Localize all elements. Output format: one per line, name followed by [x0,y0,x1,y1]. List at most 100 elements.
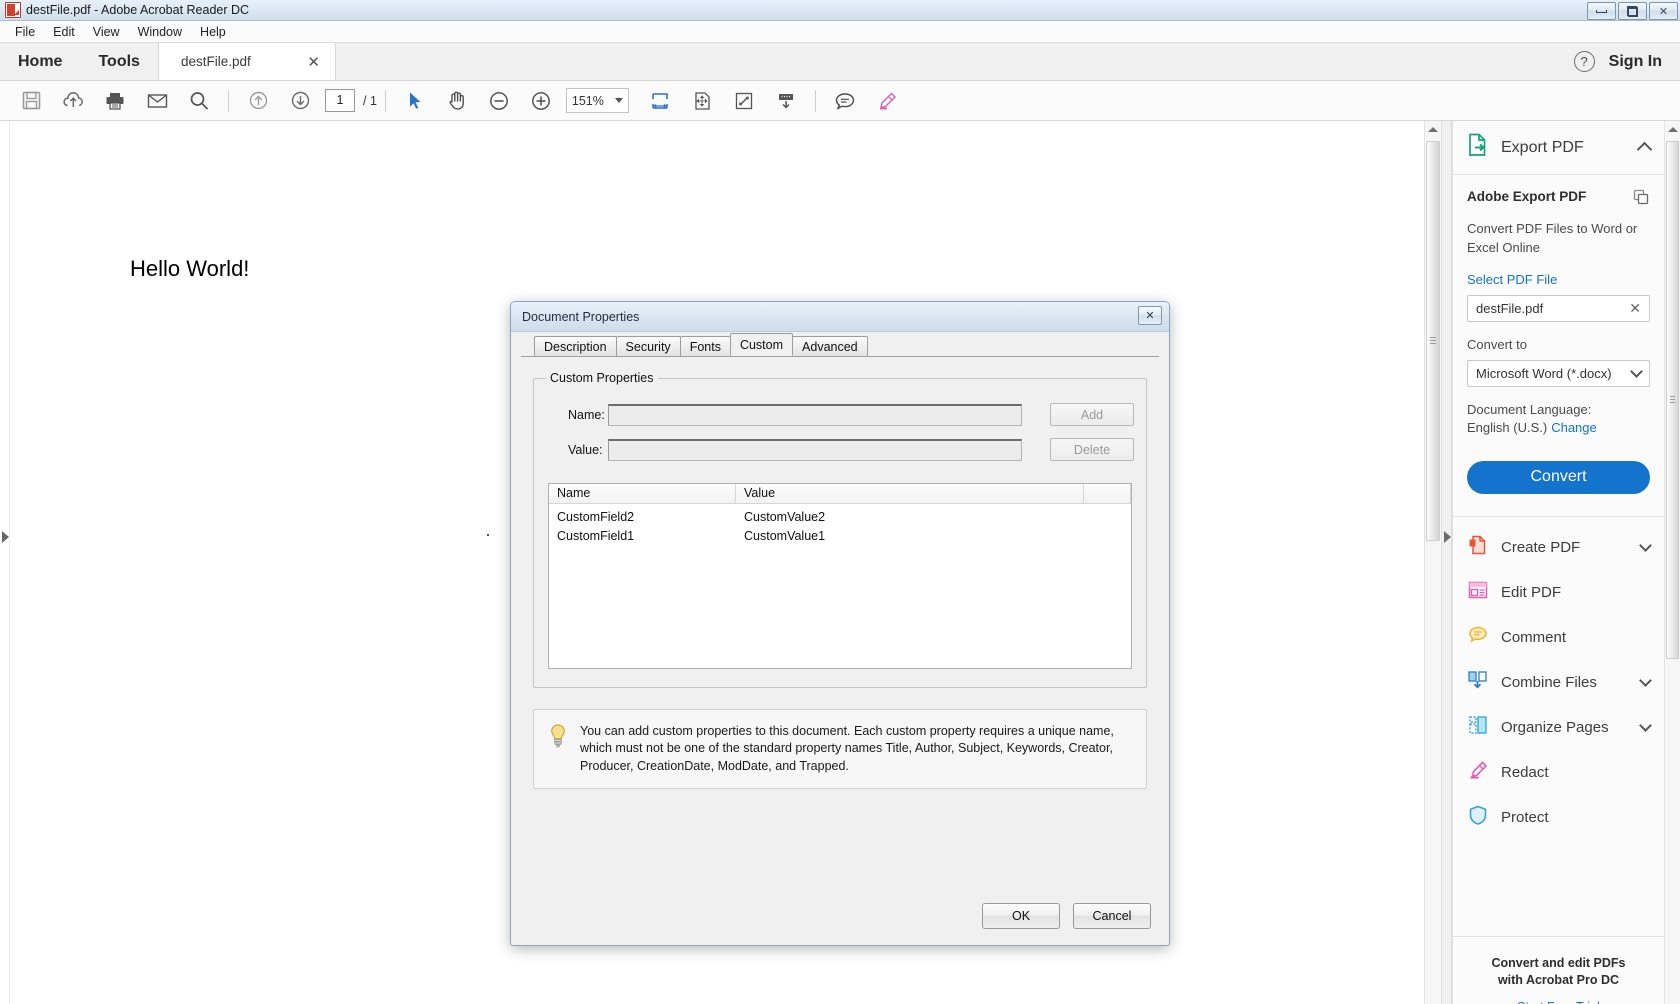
zoom-in-icon[interactable] [520,81,562,121]
tool-organize-pages[interactable]: Organize Pages [1453,705,1664,750]
tool-create-pdf[interactable]: Create PDF [1453,525,1664,570]
value-field-row: Value: Delete [546,438,1134,461]
convert-to-label: Convert to [1467,337,1650,352]
chevron-down-icon[interactable] [1639,674,1652,687]
clear-icon[interactable]: ✕ [1629,300,1641,317]
custom-properties-table[interactable]: Name Value CustomField2 CustomValue2 Cus… [548,483,1132,669]
menu-window[interactable]: Window [129,23,191,41]
left-pane-expand-handle[interactable] [0,121,10,1004]
tab-fonts[interactable]: Fonts [680,336,731,356]
delete-button[interactable]: Delete [1050,438,1134,461]
value-input[interactable] [608,439,1022,461]
selected-file-field[interactable]: destFile.pdf ✕ [1467,295,1650,322]
organize-pages-icon [1467,714,1489,740]
tab-advanced[interactable]: Advanced [792,336,868,356]
menu-file[interactable]: File [6,23,44,41]
next-page-icon[interactable] [279,81,321,121]
export-pdf-header[interactable]: Export PDF [1453,121,1664,175]
zoom-out-icon[interactable] [478,81,520,121]
name-label: Name: [546,408,608,422]
document-viewport[interactable]: Hello World! Document Properties ✕ Descr… [0,121,1424,1004]
tab-strip: Home Tools destFile.pdf ✕ ? Sign In [0,43,1680,81]
ok-button[interactable]: OK [982,903,1060,929]
name-input[interactable] [608,404,1022,426]
right-panel-scrollbar[interactable] [1664,121,1680,1004]
table-header-row: Name Value [549,484,1131,504]
toolbar-divider-2 [385,90,386,112]
menu-edit[interactable]: Edit [44,23,84,41]
fullscreen-icon[interactable] [723,81,765,121]
tool-redact[interactable]: Redact [1453,750,1664,795]
close-icon[interactable]: ✕ [304,53,323,71]
toolbar-divider-3 [815,90,816,112]
document-text: Hello World! [130,256,249,282]
dialog-title: Document Properties [522,310,639,324]
scrollbar-thumb[interactable] [1666,141,1679,659]
hand-icon[interactable] [436,81,478,121]
print-icon[interactable] [94,81,136,121]
window-title: destFile.pdf - Adobe Acrobat Reader DC [26,3,249,17]
tab-security[interactable]: Security [616,336,681,356]
tab-home[interactable]: Home [0,43,80,80]
select-pdf-file-link[interactable]: Select PDF File [1467,272,1650,287]
menu-view[interactable]: View [84,23,129,41]
fit-width-icon[interactable] [639,81,681,121]
cancel-button[interactable]: Cancel [1073,903,1151,929]
convert-button[interactable]: Convert [1467,461,1650,494]
toolbar: 1 / 1 151% [0,81,1680,121]
table-row[interactable]: CustomField2 CustomValue2 [549,507,1131,526]
hint-text: You can add custom properties to this do… [580,723,1132,775]
start-free-trial-link[interactable]: Start Free Trial [1463,1000,1654,1004]
scroll-mode-icon[interactable] [765,81,807,121]
right-pane-collapse-handle[interactable] [1441,121,1452,1004]
window-controls: ✕ [1587,2,1678,20]
save-icon[interactable] [10,81,52,121]
tab-tools[interactable]: Tools [80,43,157,80]
tab-custom[interactable]: Custom [730,333,793,356]
table-row[interactable]: CustomField1 CustomValue1 [549,526,1131,545]
tool-label: Combine Files [1501,674,1629,691]
email-icon[interactable] [136,81,178,121]
upload-cloud-icon[interactable] [52,81,94,121]
restore-button[interactable] [1618,2,1647,20]
pan-and-zoom-icon[interactable] [681,81,723,121]
tab-description[interactable]: Description [534,336,617,356]
chevron-right-icon [2,531,9,543]
tools-list: Create PDF Edit PDF Comment Combine Fi [1453,516,1664,840]
document-language-value-row: English (U.S.)Change [1467,420,1650,435]
dialog-footer: OK Cancel [511,887,1169,945]
add-button[interactable]: Add [1050,403,1134,426]
scroll-up-button[interactable] [1425,121,1441,138]
minimize-button[interactable] [1587,2,1616,20]
convert-to-select[interactable]: Microsoft Word (*.docx) [1467,360,1650,387]
copy-icon[interactable] [1633,189,1650,211]
chevron-down-icon[interactable] [1639,719,1652,732]
tool-protect[interactable]: Protect [1453,795,1664,840]
chevron-up-icon[interactable] [1637,142,1653,158]
adobe-export-title: Adobe Export PDF [1467,189,1586,204]
column-header-name: Name [549,484,736,503]
protect-shield-icon [1467,804,1489,830]
scrollbar-thumb[interactable] [1426,141,1440,541]
comment-icon[interactable] [824,81,866,121]
tool-combine-files[interactable]: Combine Files [1453,660,1664,705]
prev-page-icon[interactable] [237,81,279,121]
tool-edit-pdf[interactable]: Edit PDF [1453,570,1664,615]
zoom-level-select[interactable]: 151% [566,88,629,113]
change-language-link[interactable]: Change [1551,420,1597,435]
highlight-icon[interactable] [866,81,908,121]
dialog-close-button[interactable]: ✕ [1138,306,1162,325]
tool-comment[interactable]: Comment [1453,615,1664,660]
export-pdf-icon [1467,133,1489,162]
tab-document[interactable]: destFile.pdf ✕ [158,43,336,80]
menu-help[interactable]: Help [191,23,235,41]
sign-in-button[interactable]: Sign In [1609,53,1670,71]
search-icon[interactable] [178,81,220,121]
close-button[interactable]: ✕ [1649,2,1678,20]
scroll-up-button[interactable] [1665,121,1680,138]
document-scrollbar[interactable] [1424,121,1441,1004]
page-number-input[interactable]: 1 [325,89,355,112]
chevron-down-icon[interactable] [1639,539,1652,552]
help-icon[interactable]: ? [1574,51,1595,72]
select-cursor-icon[interactable] [394,81,436,121]
